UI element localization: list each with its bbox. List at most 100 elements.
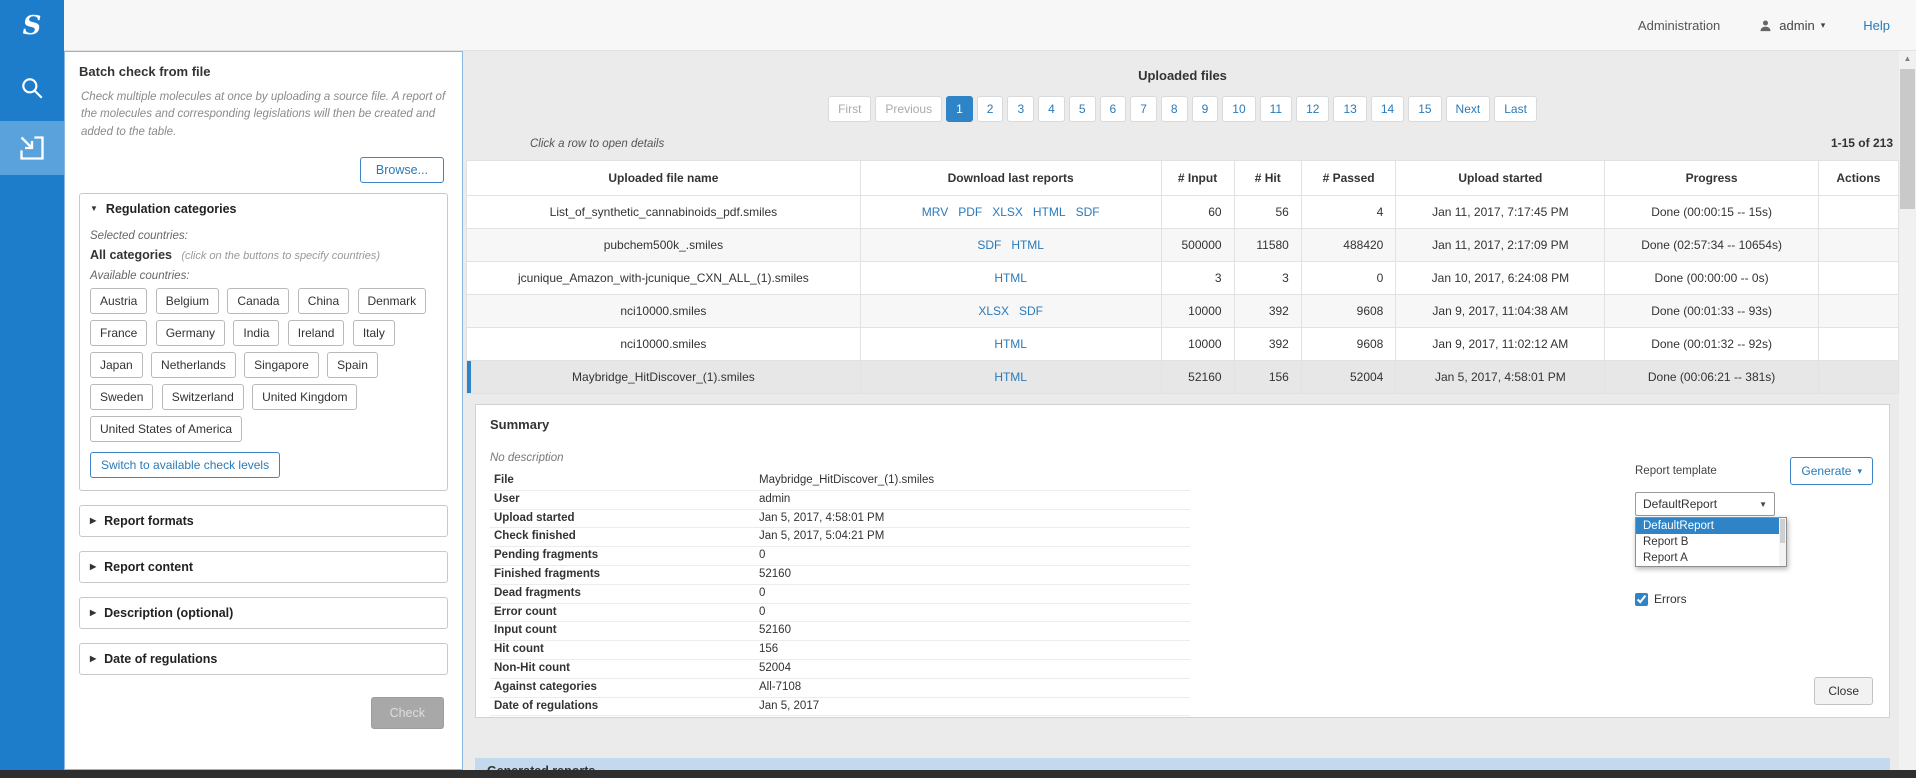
report-link-html[interactable]: HTML (1011, 238, 1044, 252)
app-logo-icon[interactable]: S (0, 0, 64, 51)
help-link[interactable]: Help (1863, 18, 1890, 33)
report-link-html[interactable]: HTML (994, 271, 1027, 285)
pagination-page-4[interactable]: 4 (1038, 96, 1065, 122)
pagination-previous[interactable]: Previous (875, 96, 942, 122)
accordion-header-report-formats[interactable]: ▶ Report formats (80, 506, 447, 536)
pagination-page-11[interactable]: 11 (1260, 96, 1292, 122)
dropdown-option-report-a[interactable]: Report A (1636, 550, 1779, 566)
switch-check-levels-button[interactable]: Switch to available check levels (90, 452, 280, 478)
summary-field-row: FileMaybridge_HitDiscover_(1).smiles (490, 472, 1190, 490)
user-menu[interactable]: admin ▾ (1758, 18, 1825, 33)
summary-field-row: Error count0 (490, 603, 1190, 622)
check-button[interactable]: Check (371, 697, 444, 729)
browse-button[interactable]: Browse... (360, 157, 444, 183)
pagination-page-6[interactable]: 6 (1100, 96, 1127, 122)
country-button-ireland[interactable]: Ireland (288, 320, 345, 346)
pagination-page-14[interactable]: 14 (1371, 96, 1404, 122)
passed-count-cell: 4 (1301, 196, 1396, 229)
dropdown-option-report-b[interactable]: Report B (1636, 534, 1779, 550)
pagination-next[interactable]: Next (1446, 96, 1491, 122)
country-button-switzerland[interactable]: Switzerland (162, 384, 244, 410)
table-row[interactable]: nci10000.smiles HTML 10000 392 9608 Jan … (467, 328, 1899, 361)
accordion-report-formats: ▶ Report formats (79, 505, 448, 537)
country-button-belgium[interactable]: Belgium (156, 288, 219, 314)
table-row-selected[interactable]: Maybridge_HitDiscover_(1).smiles HTML 52… (467, 361, 1899, 394)
search-icon[interactable] (0, 65, 64, 111)
country-button-austria[interactable]: Austria (90, 288, 147, 314)
accordion-label: Date of regulations (104, 652, 217, 666)
report-link-pdf[interactable]: PDF (958, 205, 982, 219)
country-button-netherlands[interactable]: Netherlands (151, 352, 236, 378)
country-button-singapore[interactable]: Singapore (244, 352, 319, 378)
country-button-india[interactable]: India (233, 320, 279, 346)
pagination-page-13[interactable]: 13 (1333, 96, 1366, 122)
input-count-cell: 10000 (1161, 295, 1234, 328)
accordion-header-regulation-categories[interactable]: ▼ Regulation categories (80, 194, 447, 224)
report-link-html[interactable]: HTML (1033, 205, 1066, 219)
pagination-page-1[interactable]: 1 (946, 96, 973, 122)
summary-field-row: Against categoriesAll-7108 (490, 678, 1190, 697)
table-row[interactable]: pubchem500k_.smiles SDFHTML 500000 11580… (467, 229, 1899, 262)
table-row[interactable]: nci10000.smiles XLSXSDF 10000 392 9608 J… (467, 295, 1899, 328)
pagination-page-3[interactable]: 3 (1007, 96, 1034, 122)
generate-button[interactable]: Generate ▾ (1790, 457, 1873, 485)
pagination-first[interactable]: First (828, 96, 871, 122)
report-link-html[interactable]: HTML (994, 337, 1027, 351)
country-button-united-states[interactable]: United States of America (90, 416, 242, 442)
report-link-sdf[interactable]: SDF (1019, 304, 1043, 318)
table-row[interactable]: jcunique_Amazon_with-jcunique_CXN_ALL_(1… (467, 262, 1899, 295)
actions-cell (1818, 295, 1898, 328)
pagination-page-7[interactable]: 7 (1130, 96, 1157, 122)
close-button[interactable]: Close (1814, 677, 1873, 705)
scrollbar[interactable]: ▲ (1899, 51, 1916, 770)
country-button-germany[interactable]: Germany (156, 320, 225, 346)
country-button-spain[interactable]: Spain (327, 352, 378, 378)
country-button-france[interactable]: France (90, 320, 147, 346)
country-button-japan[interactable]: Japan (90, 352, 143, 378)
summary-field-row: Dead fragments0 (490, 584, 1190, 603)
panel-description: Check multiple molecules at once by uplo… (81, 89, 446, 141)
dropdown-option-default-report[interactable]: DefaultReport (1636, 518, 1779, 534)
country-button-sweden[interactable]: Sweden (90, 384, 153, 410)
uploaded-files-title: Uploaded files (466, 68, 1899, 83)
field-value: 52160 (755, 565, 1190, 584)
report-link-xlsx[interactable]: XLSX (992, 205, 1023, 219)
passed-count-cell: 488420 (1301, 229, 1396, 262)
errors-checkbox[interactable] (1635, 593, 1648, 606)
report-link-xlsx[interactable]: XLSX (978, 304, 1009, 318)
pagination-page-12[interactable]: 12 (1296, 96, 1329, 122)
country-button-united-kingdom[interactable]: United Kingdom (252, 384, 357, 410)
report-link-sdf[interactable]: SDF (1076, 205, 1100, 219)
dropdown-scrollbar[interactable] (1779, 518, 1786, 566)
report-link-mrv[interactable]: MRV (922, 205, 948, 219)
country-button-china[interactable]: China (298, 288, 349, 314)
scrollbar-thumb[interactable] (1900, 69, 1915, 209)
report-link-sdf[interactable]: SDF (977, 238, 1001, 252)
pagination-page-15[interactable]: 15 (1408, 96, 1441, 122)
generated-reports-header[interactable]: Generated reports (475, 758, 1890, 770)
hit-count-cell: 56 (1234, 196, 1301, 229)
accordion-header-description[interactable]: ▶ Description (optional) (80, 598, 447, 628)
pagination-page-8[interactable]: 8 (1161, 96, 1188, 122)
report-link-html[interactable]: HTML (994, 370, 1027, 384)
passed-count-cell: 9608 (1301, 328, 1396, 361)
table-row[interactable]: List_of_synthetic_cannabinoids_pdf.smile… (467, 196, 1899, 229)
field-value: 0 (755, 547, 1190, 566)
dropdown-scrollbar-thumb[interactable] (1780, 519, 1785, 543)
accordion-header-date-of-regulations[interactable]: ▶ Date of regulations (80, 644, 447, 674)
pagination-page-5[interactable]: 5 (1069, 96, 1096, 122)
scroll-up-icon[interactable]: ▲ (1899, 51, 1916, 67)
administration-link[interactable]: Administration (1638, 18, 1720, 33)
progress-cell: Done (02:57:34 -- 10654s) (1605, 229, 1818, 262)
report-template-select[interactable]: DefaultReport ▼ (1635, 492, 1775, 516)
pagination-last[interactable]: Last (1494, 96, 1537, 122)
batch-check-icon[interactable] (0, 121, 64, 175)
country-button-italy[interactable]: Italy (353, 320, 395, 346)
pagination-page-10[interactable]: 10 (1222, 96, 1255, 122)
pagination-page-9[interactable]: 9 (1192, 96, 1219, 122)
accordion-header-report-content[interactable]: ▶ Report content (80, 552, 447, 582)
pagination-page-2[interactable]: 2 (977, 96, 1004, 122)
country-button-denmark[interactable]: Denmark (358, 288, 427, 314)
country-button-canada[interactable]: Canada (227, 288, 289, 314)
reports-cell: HTML (860, 361, 1161, 394)
